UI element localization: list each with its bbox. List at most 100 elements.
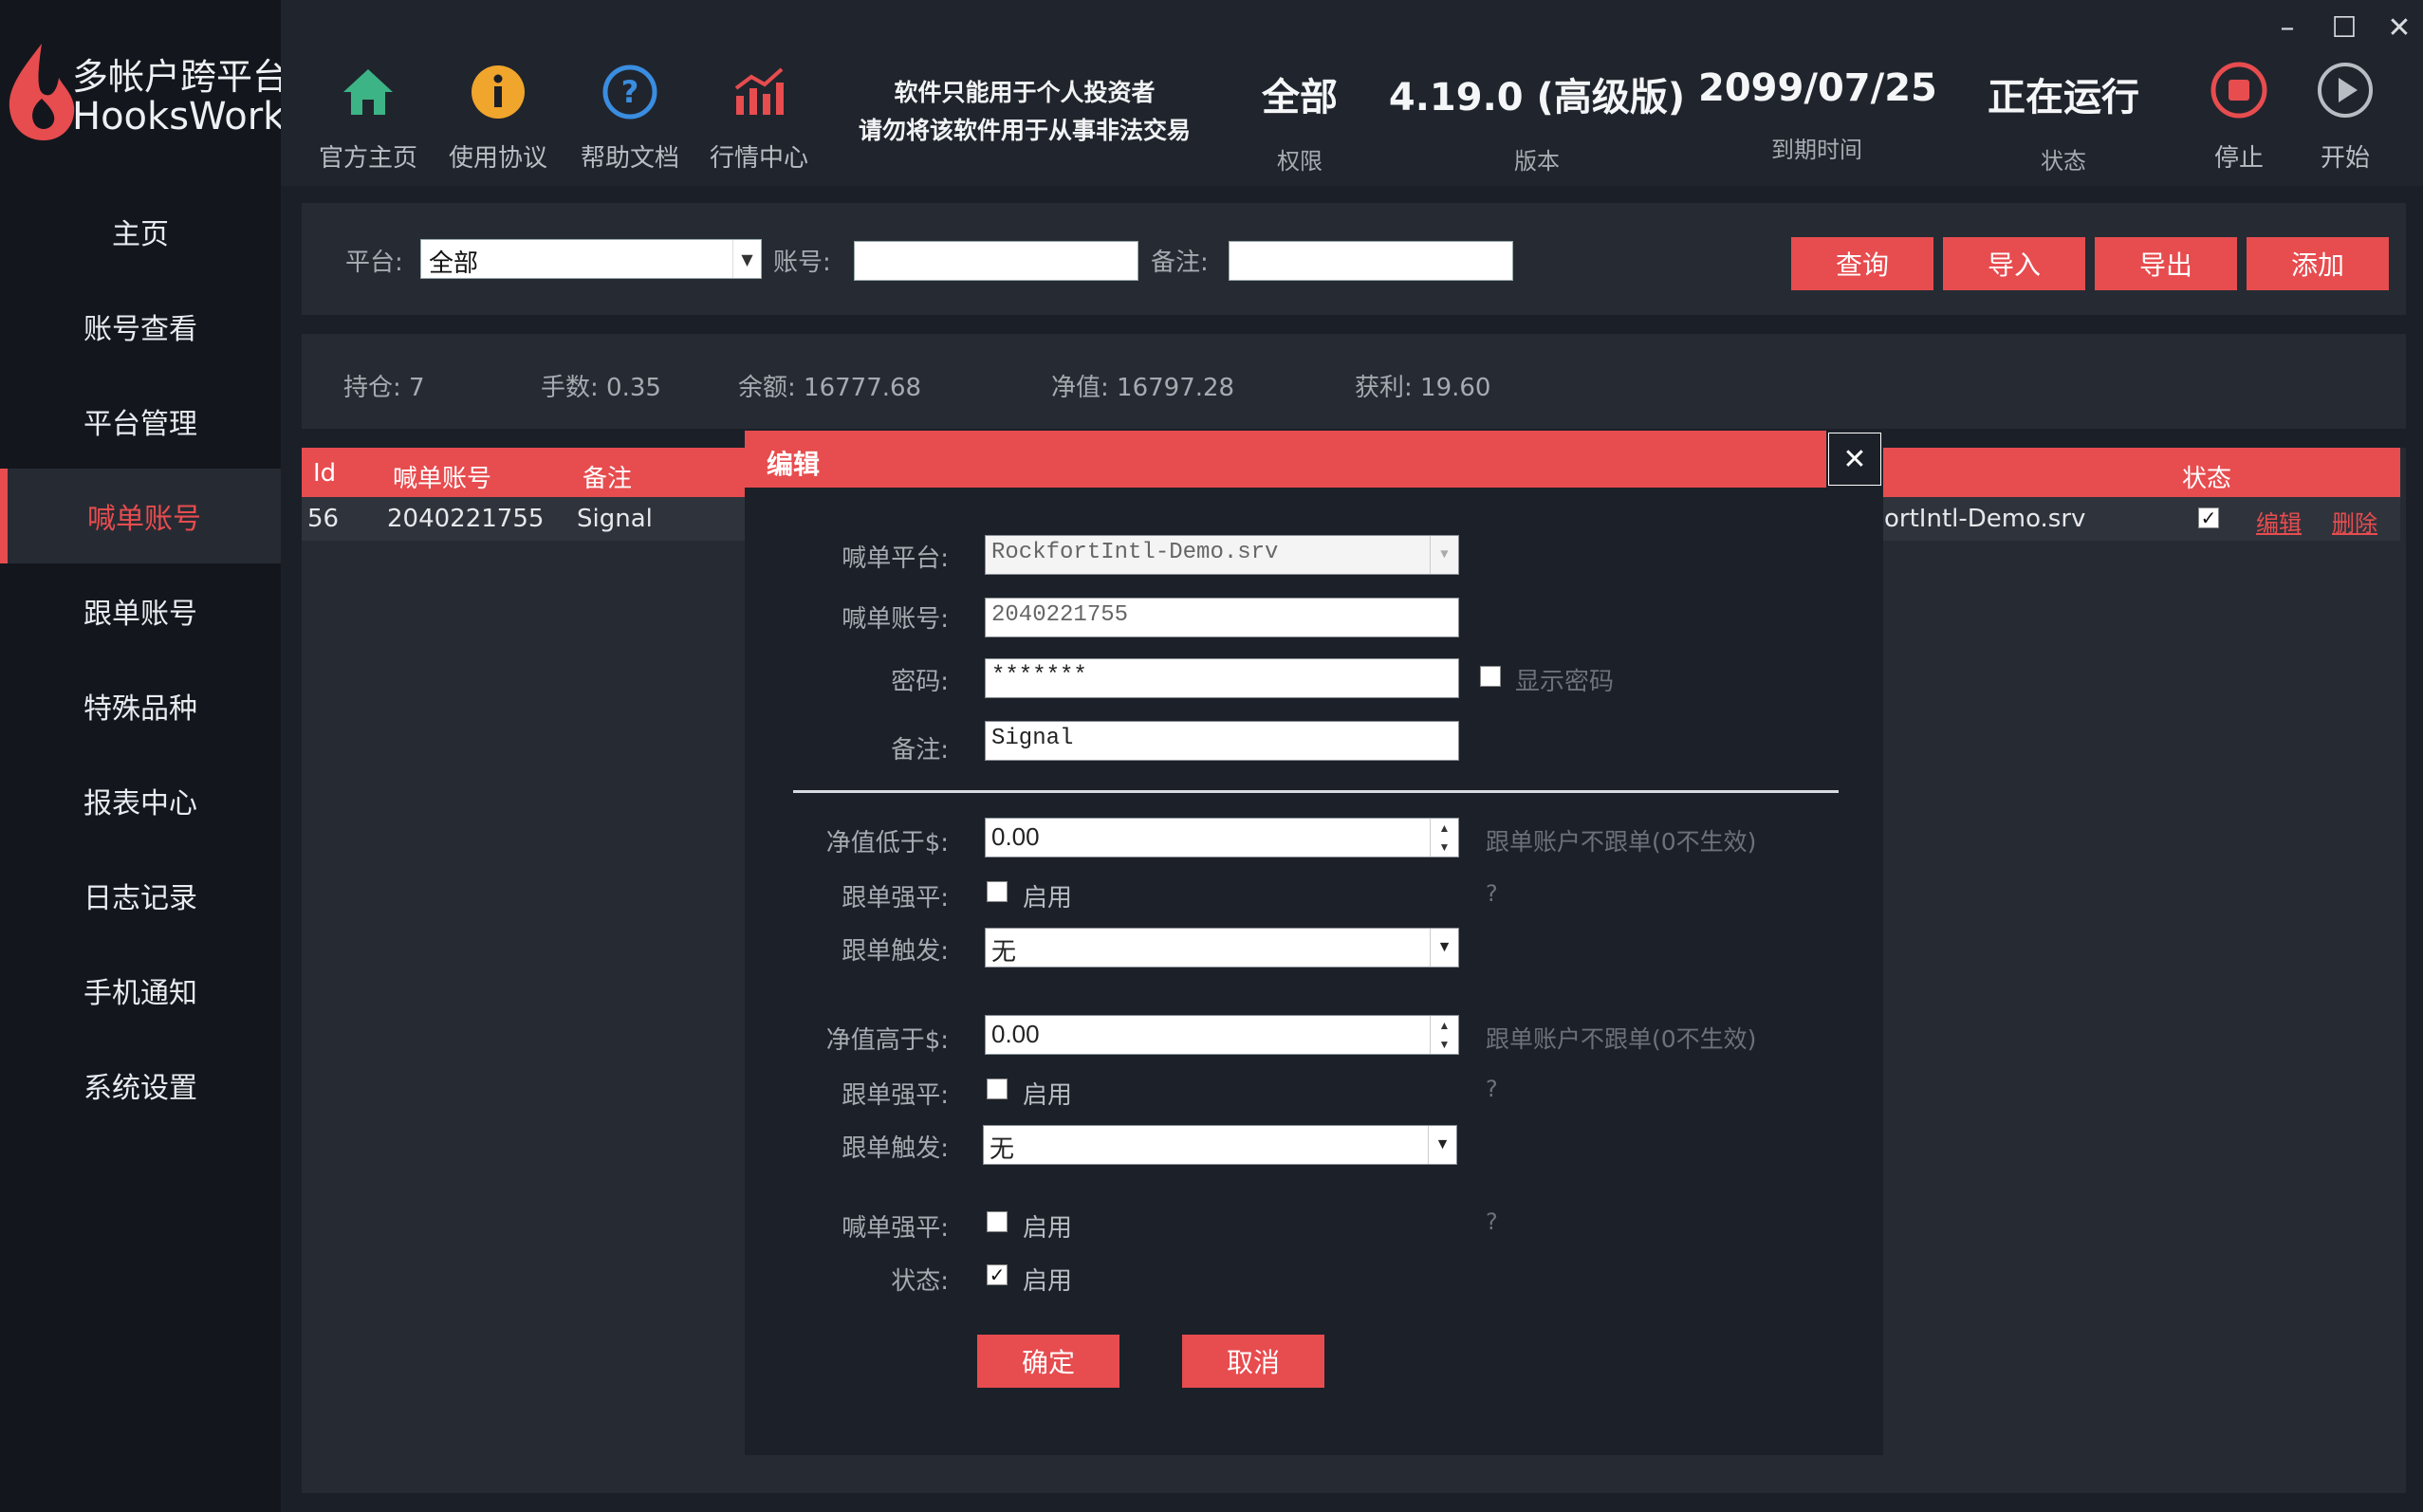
play-icon xyxy=(2318,63,2373,118)
permission-info: 全部 权限 xyxy=(1262,76,1338,175)
column-header-id[interactable]: Id xyxy=(313,459,336,488)
row-edit-link[interactable]: 编辑 xyxy=(2256,505,2302,538)
sidebar-item-mobile-notify[interactable]: 手机通知 xyxy=(0,943,281,1038)
dialog-note-label: 备注: xyxy=(891,736,949,765)
dialog-note-input[interactable]: Signal xyxy=(985,721,1459,761)
help-question-icon-1[interactable]: ? xyxy=(1486,880,1498,907)
column-header-account[interactable]: 喊单账号 xyxy=(393,459,491,494)
spin-up-icon: ▲ xyxy=(1438,821,1451,835)
row-note: Signal xyxy=(577,505,653,533)
maximize-button[interactable]: ☐ xyxy=(2322,6,2366,49)
app-title: 多帐户跨平台 xyxy=(72,56,289,98)
show-password-checkbox[interactable] xyxy=(1480,666,1501,687)
sidebar-item-account-view[interactable]: 账号查看 xyxy=(0,279,281,374)
spin-down-icon: ▼ xyxy=(1438,1038,1451,1051)
equity-high-label: 净值高于$: xyxy=(825,1026,949,1055)
equity-high-spinner[interactable]: ▲ ▼ xyxy=(1430,1016,1458,1054)
dialog-platform-label: 喊单平台: xyxy=(842,544,949,573)
stat-positions: 持仓: 7 xyxy=(343,374,425,402)
window-close-button[interactable]: ✕ xyxy=(2377,6,2421,49)
sidebar-item-home[interactable]: 主页 xyxy=(0,184,281,279)
market-center-button[interactable]: 行情中心 xyxy=(693,59,825,173)
chart-icon xyxy=(726,59,792,125)
row-status-checkbox[interactable]: ✓ xyxy=(2198,507,2219,528)
stop-icon xyxy=(2210,62,2267,119)
help-docs-button[interactable]: ? 帮助文档 xyxy=(564,59,696,173)
stat-profit: 获利: 19.60 xyxy=(1355,374,1491,402)
help-question-icon-2[interactable]: ? xyxy=(1486,1076,1498,1102)
stop-button[interactable]: 停止 xyxy=(2196,61,2282,174)
follow-trigger-label-2: 跟单触发: xyxy=(842,1134,949,1163)
minimize-button[interactable]: – xyxy=(2266,6,2309,49)
notice-line-2: 请勿将该软件用于从事非法交易 xyxy=(858,117,1191,144)
stat-lots: 手数: 0.35 xyxy=(541,374,661,402)
signal-force-close-enable: 启用 xyxy=(1023,1214,1073,1243)
dialog-password-input[interactable]: ******* xyxy=(985,658,1459,698)
follow-force-close-label-1: 跟单强平: xyxy=(842,884,949,913)
follow-force-close-enable-2: 启用 xyxy=(1023,1081,1073,1110)
info-icon xyxy=(465,59,531,125)
follow-force-close-checkbox-1[interactable] xyxy=(987,881,1008,902)
expiry-info: 2099/07/25 到期时间 xyxy=(1698,66,1937,163)
account-input[interactable] xyxy=(854,241,1138,281)
follow-force-close-checkbox-2[interactable] xyxy=(987,1079,1008,1099)
note-input[interactable] xyxy=(1229,241,1513,281)
follow-force-close-label-2: 跟单强平: xyxy=(842,1081,949,1110)
help-icon: ? xyxy=(597,59,663,125)
chevron-down-icon: ▼ xyxy=(1430,929,1458,967)
equity-low-input[interactable]: 0.00 ▲ ▼ xyxy=(985,818,1459,857)
row-server: ortIntl-Demo.srv xyxy=(1884,505,2086,533)
export-button[interactable]: 导出 xyxy=(2095,237,2237,290)
follow-trigger-select-1[interactable]: 无 ▼ xyxy=(985,928,1459,968)
show-password-label: 显示密码 xyxy=(1515,668,1615,696)
dialog-platform-select[interactable]: RockfortIntl-Demo.srv ▼ xyxy=(985,535,1459,575)
home-icon xyxy=(335,59,401,125)
add-button[interactable]: 添加 xyxy=(2247,237,2389,290)
import-button[interactable]: 导入 xyxy=(1943,237,2085,290)
dialog-account-input[interactable]: 2040221755 xyxy=(985,598,1459,637)
sidebar-item-signal-accounts[interactable]: 喊单账号 xyxy=(0,469,281,563)
dialog-status-checkbox[interactable]: ✓ xyxy=(987,1264,1008,1285)
confirm-button[interactable]: 确定 xyxy=(977,1335,1119,1388)
version-info: 4.19.0 (高级版) 版本 xyxy=(1388,76,1686,175)
column-header-note[interactable]: 备注 xyxy=(583,459,632,494)
help-question-icon-3[interactable]: ? xyxy=(1486,1208,1498,1235)
equity-high-input[interactable]: 0.00 ▲ ▼ xyxy=(985,1015,1459,1055)
row-account: 2040221755 xyxy=(387,505,545,533)
equity-low-spinner[interactable]: ▲ ▼ xyxy=(1430,819,1458,857)
cancel-button[interactable]: 取消 xyxy=(1182,1335,1324,1388)
sidebar-item-special-symbols[interactable]: 特殊品种 xyxy=(0,658,281,753)
legal-notice: 软件只能用于个人投资者 请勿将该软件用于从事非法交易 xyxy=(825,74,1224,150)
row-delete-link[interactable]: 删除 xyxy=(2332,505,2377,538)
column-header-status[interactable]: 状态 xyxy=(2182,459,2231,494)
stat-balance: 余额: 16777.68 xyxy=(738,374,922,402)
follow-force-close-enable-1: 启用 xyxy=(1023,884,1073,913)
official-home-button[interactable]: 官方主页 xyxy=(302,59,435,173)
app-subtitle: HooksWork xyxy=(72,95,286,138)
license-button[interactable]: 使用协议 xyxy=(432,59,564,173)
dialog-header xyxy=(745,431,1826,488)
notice-line-1: 软件只能用于个人投资者 xyxy=(894,79,1156,106)
follow-trigger-select-2[interactable]: 无 ▼ xyxy=(983,1125,1457,1165)
query-button[interactable]: 查询 xyxy=(1791,237,1933,290)
sidebar-item-reports[interactable]: 报表中心 xyxy=(0,753,281,848)
dialog-close-button[interactable]: ✕ xyxy=(1828,433,1881,486)
sidebar-item-settings[interactable]: 系统设置 xyxy=(0,1038,281,1133)
sidebar-item-follow-accounts[interactable]: 跟单账号 xyxy=(0,563,281,658)
follow-trigger-label-1: 跟单触发: xyxy=(842,937,949,966)
signal-force-close-label: 喊单强平: xyxy=(842,1214,949,1243)
chevron-down-icon: ▼ xyxy=(732,240,761,278)
sidebar-item-platform[interactable]: 平台管理 xyxy=(0,374,281,469)
equity-low-hint: 跟单账户不跟单(0不生效) xyxy=(1486,828,1757,856)
dialog-password-label: 密码: xyxy=(891,668,949,696)
sidebar-item-logs[interactable]: 日志记录 xyxy=(0,848,281,943)
spin-down-icon: ▼ xyxy=(1438,840,1451,854)
start-button[interactable]: 开始 xyxy=(2303,61,2388,174)
equity-high-hint: 跟单账户不跟单(0不生效) xyxy=(1486,1025,1757,1053)
signal-force-close-checkbox[interactable] xyxy=(987,1211,1008,1232)
chevron-down-icon: ▼ xyxy=(1430,536,1458,574)
stat-equity: 净值: 16797.28 xyxy=(1051,374,1235,402)
dialog-status-enable: 启用 xyxy=(1023,1267,1073,1296)
chevron-down-icon: ▼ xyxy=(1428,1126,1456,1164)
platform-select[interactable]: 全部 ▼ xyxy=(420,239,762,279)
